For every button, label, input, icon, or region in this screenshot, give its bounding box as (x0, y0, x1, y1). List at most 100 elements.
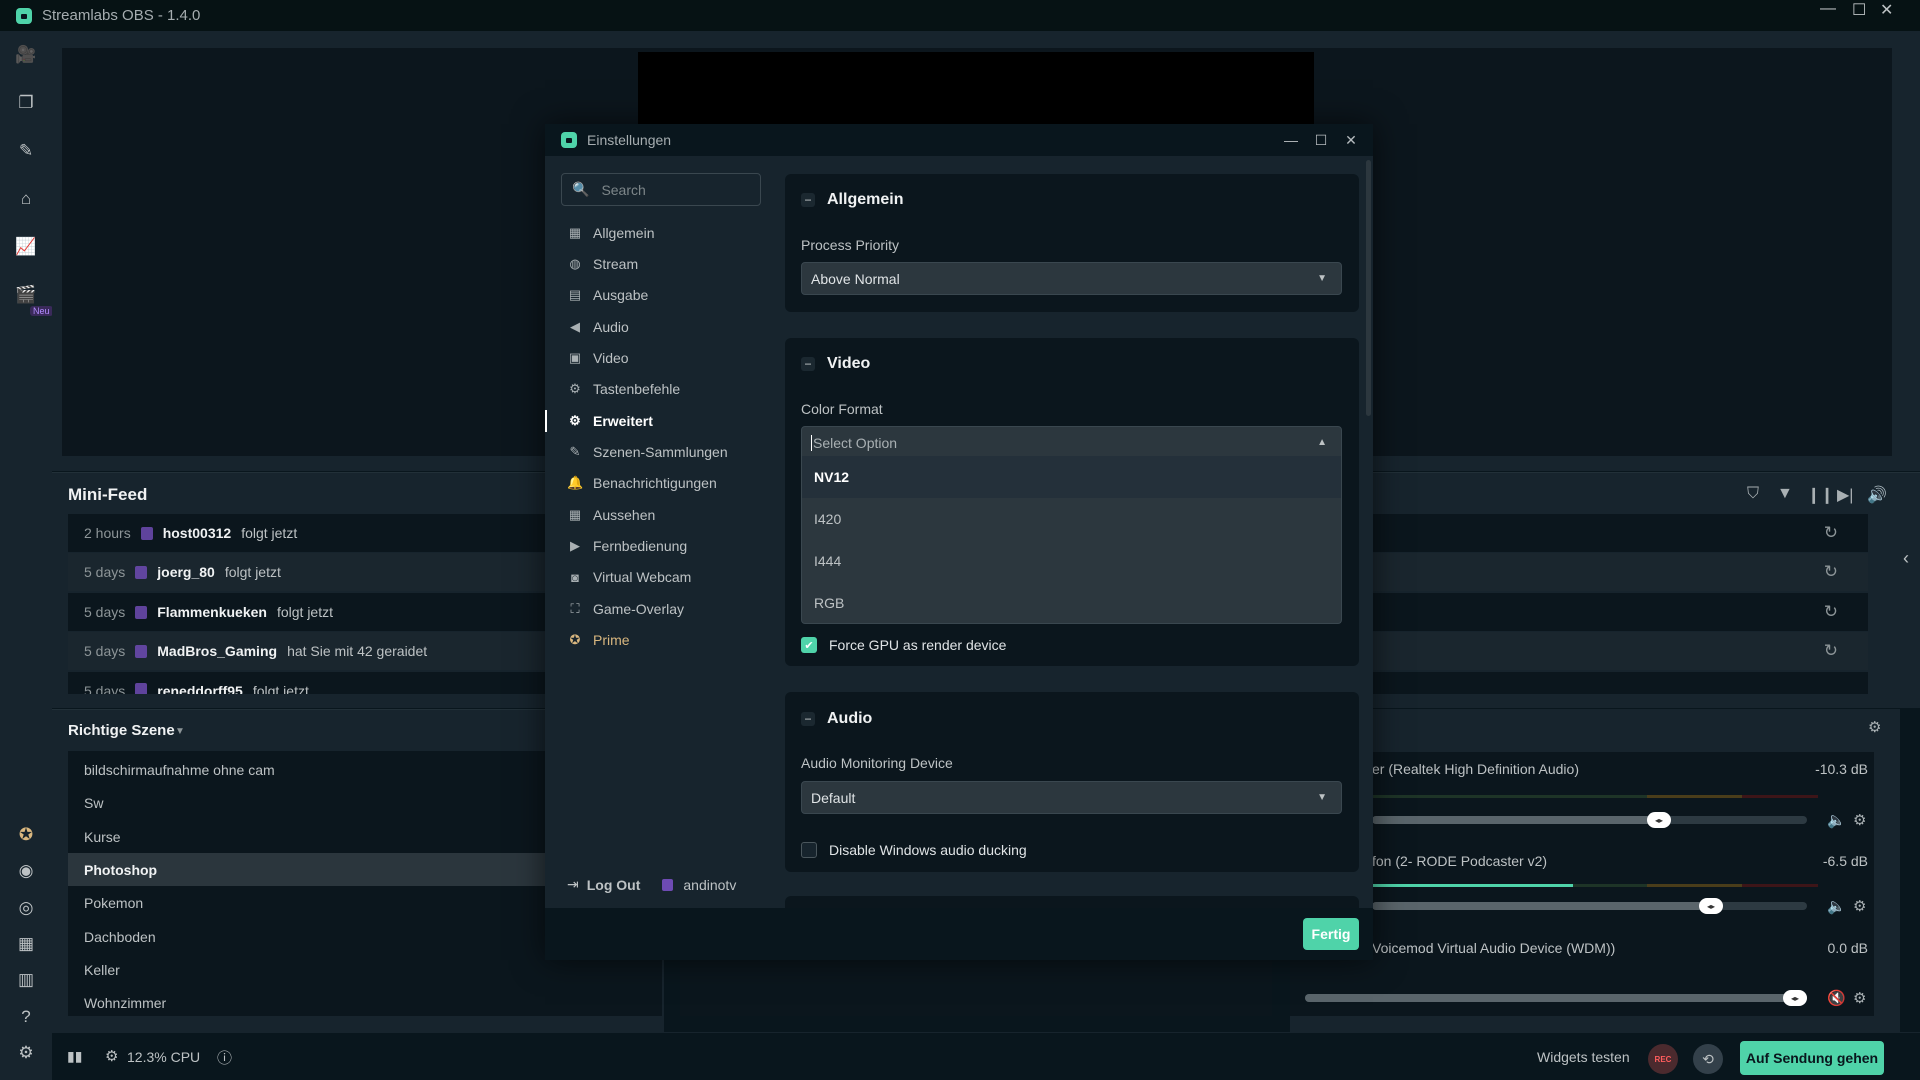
settings-search[interactable]: 🔍 (561, 173, 761, 206)
prime-icon[interactable]: ✪ (14, 823, 38, 847)
collapse-chevron-icon[interactable]: ‹ (1903, 548, 1909, 569)
settings-nav-audio[interactable]: ◀ Audio (567, 314, 767, 340)
logout-area: ⇥ Log Out andinotv (567, 876, 736, 893)
editor-icon[interactable]: 🎥 (14, 43, 38, 67)
globe-icon: ◍ (569, 256, 581, 271)
speaker-icon[interactable]: 🔈 (1827, 811, 1846, 829)
color-format-dropdown: NV12 I420 I444 RGB (801, 456, 1342, 624)
settings-nav-aussehen[interactable]: ▦ Aussehen (567, 502, 767, 528)
editor-tools-icon[interactable]: ✎ (14, 139, 38, 163)
studio-mode-icon[interactable]: ▥ (14, 968, 38, 992)
dialog-close-button[interactable]: ✕ (1336, 124, 1366, 156)
dropdown-option[interactable]: NV12 (802, 456, 1341, 498)
pause-icon[interactable]: ❙❙ (1807, 485, 1834, 505)
dashboard-icon[interactable]: 📈 (14, 235, 38, 259)
collapse-icon[interactable]: − (801, 712, 815, 726)
learn-icon[interactable]: ◉ (14, 859, 38, 883)
color-format-select[interactable]: Select Option ▲ (801, 426, 1342, 459)
disable-ducking-checkbox[interactable]: Disable Windows audio ducking (801, 842, 1027, 858)
done-button[interactable]: Fertig (1303, 918, 1359, 950)
settings-gear-icon[interactable]: ⚙ (14, 1041, 38, 1065)
dialog-minimize-button[interactable]: — (1276, 124, 1306, 156)
filter-icon[interactable]: ▼ (1777, 485, 1793, 503)
channel-settings-icon[interactable]: ⚙ (1853, 989, 1866, 1007)
settings-nav-benachrichtigungen[interactable]: 🔔 Benachrichtigungen (567, 470, 767, 496)
feed-action: folgt jetzt (252, 683, 309, 694)
settings-nav-tastenbefehle[interactable]: ⚙ Tastenbefehle (567, 376, 767, 402)
highlighter-icon[interactable]: 🎬 (14, 283, 38, 307)
volume-slider[interactable]: ◂▸ (1372, 898, 1807, 914)
store-icon[interactable]: ⌂ (14, 187, 38, 211)
go-live-button[interactable]: Auf Sendung gehen (1740, 1041, 1884, 1075)
volume-slider-handle[interactable]: ◂▸ (1647, 812, 1671, 828)
record-button[interactable]: REC (1648, 1044, 1678, 1074)
dropdown-option[interactable]: RGB (802, 582, 1341, 624)
settings-nav-szenen-sammlungen[interactable]: ✎ Szenen-Sammlungen (567, 439, 767, 465)
scene-collection-title[interactable]: Richtige Szene (68, 722, 175, 739)
speaker-icon[interactable]: 🔈 (1827, 897, 1846, 915)
dropdown-option[interactable]: I444 (802, 540, 1341, 582)
select-placeholder[interactable]: Select Option (811, 434, 897, 451)
minimize-button[interactable]: — (1820, 0, 1836, 18)
volume-meter-level (1372, 884, 1573, 887)
help-icon[interactable]: ? (14, 1005, 38, 1029)
settings-nav-game-overlay[interactable]: ⛶ Game-Overlay (567, 596, 767, 622)
settings-nav-virtual-webcam[interactable]: ◙ Virtual Webcam (567, 564, 767, 590)
channel-settings-icon[interactable]: ⚙ (1853, 897, 1866, 915)
speaker-muted-icon[interactable]: 🔇 (1827, 989, 1846, 1007)
themes-icon[interactable]: ❐ (14, 91, 38, 115)
settings-scrollbar[interactable] (1366, 160, 1371, 416)
replay-icon[interactable]: ↻ (1824, 562, 1838, 582)
skip-icon[interactable]: ▶| (1837, 485, 1853, 505)
nav-label: Prime (593, 632, 630, 648)
volume-slider-handle[interactable]: ◂▸ (1783, 990, 1807, 1006)
settings-nav-erweitert[interactable]: ⚙ Erweitert (567, 408, 767, 434)
performance-chart-icon[interactable]: ▮▮ (67, 1048, 82, 1065)
twitch-icon (140, 526, 153, 540)
process-priority-select[interactable]: Above Normal ▼ (801, 262, 1342, 295)
checkbox-unchecked-icon[interactable] (801, 842, 817, 858)
section-general-header[interactable]: − Allgemein (801, 191, 903, 209)
settings-search-input[interactable] (601, 181, 752, 198)
info-icon[interactable]: ⓘ (217, 1047, 232, 1068)
layout-icon[interactable]: ▦ (14, 932, 38, 956)
section-video-header[interactable]: − Video (801, 355, 870, 373)
channel-settings-icon[interactable]: ⚙ (1853, 811, 1866, 829)
replay-icon[interactable]: ↻ (1824, 523, 1838, 543)
widgets-test-button[interactable]: Widgets testen (1537, 1049, 1630, 1065)
twitch-icon (135, 605, 148, 619)
settings-nav-fernbedienung[interactable]: ▶ Fernbedienung (567, 533, 767, 559)
audio-monitoring-select[interactable]: Default ▼ (801, 781, 1342, 814)
dialog-maximize-button[interactable]: ☐ (1306, 124, 1336, 156)
settings-nav-ausgabe[interactable]: ▤ Ausgabe (567, 282, 767, 308)
scene-item[interactable]: Wohnzimmer (68, 986, 662, 1019)
collapse-icon[interactable]: − (801, 357, 815, 371)
settings-nav-video[interactable]: ▣ Video (567, 345, 767, 371)
help-chat-icon[interactable]: ◎ (14, 896, 38, 920)
volume-slider[interactable]: ◂▸ (1305, 990, 1807, 1006)
replay-icon[interactable]: ↻ (1824, 641, 1838, 661)
volume-icon[interactable]: 🔊 (1867, 485, 1887, 505)
section-audio-header[interactable]: − Audio (801, 710, 872, 728)
volume-meter-warn (1647, 795, 1742, 798)
mixer-channel-db: -10.3 dB (1815, 761, 1868, 777)
replay-icon[interactable]: ↻ (1824, 602, 1838, 622)
replay-buffer-button[interactable]: ⟲ (1693, 1044, 1723, 1074)
chevron-down-icon[interactable]: ▼ (175, 726, 185, 737)
volume-meter-peak (1742, 884, 1818, 887)
safe-mode-icon[interactable]: ⛉ (1747, 485, 1759, 503)
force-gpu-checkbox[interactable]: ✔ Force GPU as render device (801, 637, 1006, 653)
mixer-settings-icon[interactable]: ⚙ (1868, 718, 1881, 736)
settings-nav-prime[interactable]: ✪ Prime (567, 627, 767, 653)
dropdown-option[interactable]: I420 (802, 498, 1341, 540)
settings-nav-stream[interactable]: ◍ Stream (567, 251, 767, 277)
settings-nav-allgemein[interactable]: ▦ Allgemein (567, 220, 767, 246)
checkbox-checked-icon[interactable]: ✔ (801, 637, 817, 653)
close-button[interactable]: ✕ (1880, 0, 1893, 20)
maximize-button[interactable]: ☐ (1852, 0, 1866, 20)
logout-button[interactable]: Log Out (587, 877, 641, 893)
nav-label: Benachrichtigungen (593, 475, 717, 491)
volume-slider-handle[interactable]: ◂▸ (1699, 898, 1723, 914)
collapse-icon[interactable]: − (801, 193, 815, 207)
volume-slider[interactable]: ◂▸ (1372, 812, 1807, 828)
